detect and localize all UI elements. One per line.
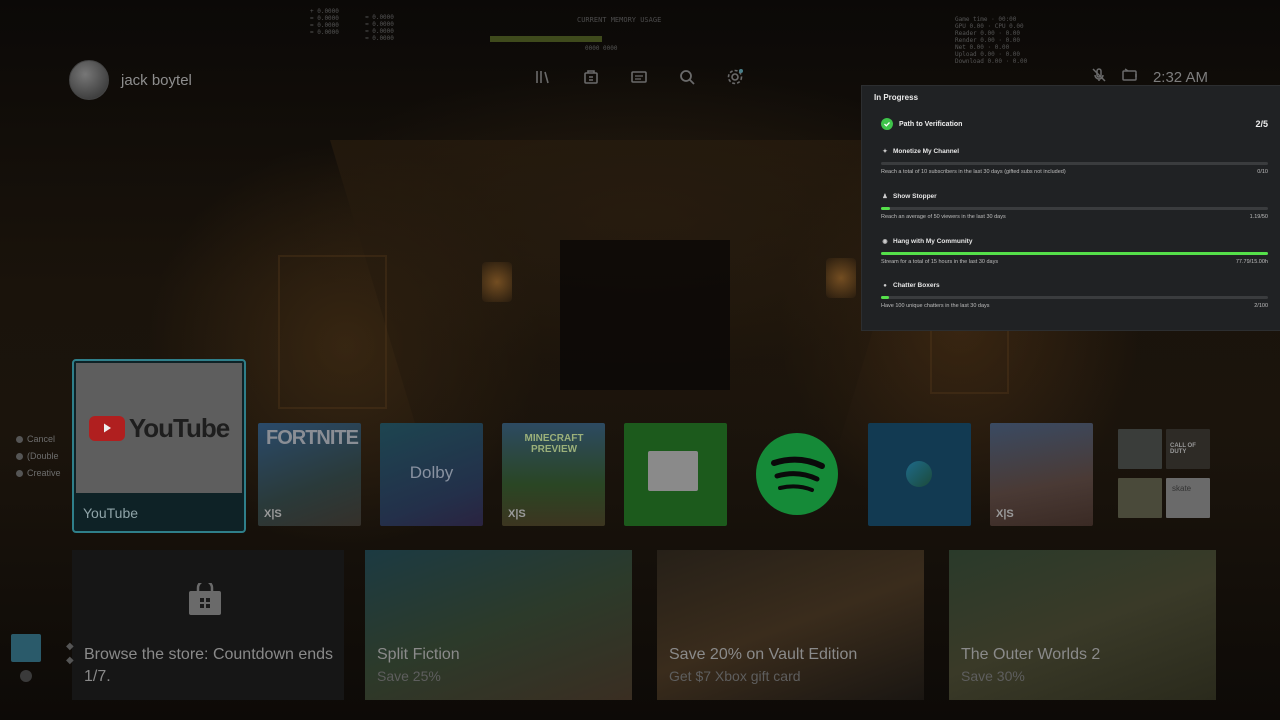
debug-memory-bar [490, 36, 602, 42]
panel-title: In Progress [874, 93, 919, 102]
goal-value: 2/100 [1254, 303, 1268, 309]
overlay-options: Cancel (Double Creative [16, 431, 61, 482]
shopping-bag-icon [187, 579, 223, 622]
card-title: Split Fiction [377, 646, 460, 663]
goal-description: Reach an average of 50 viewers in the la… [881, 214, 1006, 220]
tile-label: YouTube [83, 505, 139, 521]
overlay-option[interactable]: Creative [16, 465, 61, 482]
debug-memory-label: CURRENT MEMORY USAGE [577, 16, 662, 24]
user-profile[interactable]: jack boytel [69, 60, 192, 100]
goal-title: Monetize My Channel [893, 148, 960, 155]
debug-memory-value: 0000 0000 [585, 45, 618, 52]
battery-icon [1121, 68, 1139, 87]
xs-badge: X|S [508, 508, 526, 520]
sparkle-icon: ✦ [882, 149, 888, 155]
debug-stats-right: Game time · 00:00 GPU 0.00 · CPU 0.00 Re… [955, 16, 1028, 65]
dolby-tile[interactable]: Dolby [380, 423, 483, 526]
app-thumbnail[interactable] [11, 634, 41, 662]
goal-value: 77.79/15.00h [1235, 259, 1268, 265]
in-progress-panel: In Progress Path to Verification 2/5 ✦ Mo… [862, 86, 1280, 330]
promo-card[interactable]: Save 20% on Vault Edition Get $7 Xbox gi… [657, 550, 924, 700]
chat-icon: ● [883, 282, 887, 289]
card-title: The Outer Worlds 2 [961, 646, 1101, 663]
store-card[interactable]: Browse the store: Countdown ends 1/7. [72, 550, 344, 700]
card-subtitle: Save 25% [377, 668, 441, 684]
goal-progress-bar [881, 162, 1268, 165]
fortnite-tile[interactable]: FORTNITE X|S [258, 423, 361, 526]
edge-icon [906, 461, 932, 487]
background-frame [278, 255, 387, 409]
store-icon[interactable] [580, 66, 602, 88]
goal-title: Chatter Boxers [893, 282, 940, 289]
game-pass-icon[interactable] [628, 66, 650, 88]
goal-description: Have 100 unique chatters in the last 30 … [881, 303, 990, 309]
goal-description: Reach a total of 10 subscribers in the l… [881, 169, 1066, 175]
debug-stats-left: + 0.0000 = 0.0000 = 0.0000 = 0.0000 [310, 8, 339, 36]
minecraft-tile[interactable]: MINECRAFT PREVIEW X|S [502, 423, 605, 526]
goal-value: 1.19/50 [1249, 214, 1268, 220]
goal-progress-bar [881, 207, 1268, 210]
goal-item[interactable]: ● Chatter Boxers Have 100 unique chatters… [881, 282, 1268, 322]
scroll-arrows-icon: ◆ ◆ [66, 641, 74, 666]
background-lamp [482, 262, 512, 302]
goal-description: Stream for a total of 15 hours in the la… [881, 259, 999, 265]
goal-progress-bar [881, 296, 1268, 299]
check-icon [881, 118, 893, 130]
goal-item[interactable]: ✦ Monetize My Channel Reach a total of 10… [881, 148, 1268, 188]
spotify-tile[interactable] [746, 423, 849, 526]
youtube-tile[interactable]: YouTube YouTube [72, 359, 246, 533]
goal-item[interactable]: ◉ Hang with My Community Stream for a tot… [881, 238, 1268, 278]
goal-title: Show Stopper [893, 193, 937, 200]
spotify-icon [756, 433, 838, 515]
background-doorway [560, 240, 730, 390]
goal-value: 0/10 [1257, 169, 1268, 175]
background-lamp [826, 258, 856, 298]
path-count: 2/5 [1255, 119, 1268, 129]
card-title: Save 20% on Vault Edition [669, 646, 858, 663]
card-subtitle: Save 30% [961, 668, 1025, 684]
status-bar: 2:32 AM [1091, 67, 1208, 88]
path-to-verification-row[interactable]: Path to Verification 2/5 [881, 117, 1268, 131]
tile-title: FORTNITE [266, 427, 359, 449]
tile-title: MINECRAFT PREVIEW [524, 433, 584, 455]
console-tile[interactable] [624, 423, 727, 526]
card-subtitle: Get $7 Xbox gift card [669, 668, 801, 684]
status-dot-icon [20, 670, 32, 682]
game-tile[interactable]: X|S [990, 423, 1093, 526]
avatar[interactable] [69, 60, 109, 100]
card-title: Browse the store: Countdown ends 1/7. [84, 646, 334, 685]
debug-stats-mid: ≈ 0.0000 ≈ 0.0000 ≈ 0.0000 ≈ 0.0000 [365, 14, 394, 42]
youtube-logo: YouTube [88, 413, 230, 444]
goal-title: Hang with My Community [893, 238, 973, 245]
goal-progress-bar [881, 252, 1268, 255]
search-icon[interactable] [676, 66, 698, 88]
goal-item[interactable]: ♟ Show Stopper Reach an average of 50 vie… [881, 193, 1268, 233]
overlay-option[interactable]: (Double [16, 448, 61, 465]
mini-tile[interactable]: CALL OF DUTY [1166, 429, 1210, 469]
mic-muted-icon [1091, 67, 1107, 88]
path-label: Path to Verification [899, 120, 963, 128]
promo-card[interactable]: Split Fiction Save 25% [365, 550, 632, 700]
mini-tile[interactable]: skate [1166, 478, 1210, 518]
library-icon[interactable] [532, 66, 554, 88]
top-nav [532, 66, 746, 88]
broadcast-icon: ◉ [882, 239, 888, 245]
viewers-icon: ♟ [882, 194, 888, 200]
xs-badge: X|S [996, 508, 1014, 520]
edge-tile[interactable] [868, 423, 971, 526]
tile-title: Dolby [409, 463, 454, 482]
username: jack boytel [121, 71, 192, 89]
promo-card[interactable]: The Outer Worlds 2 Save 30% [949, 550, 1216, 700]
xs-badge: X|S [264, 508, 282, 520]
clock: 2:32 AM [1152, 69, 1208, 86]
settings-icon[interactable] [724, 66, 746, 88]
overlay-option[interactable]: Cancel [16, 431, 61, 448]
mini-tile[interactable] [1118, 478, 1162, 518]
play-icon [88, 415, 125, 441]
console-icon [648, 451, 698, 491]
mini-tile[interactable] [1118, 429, 1162, 469]
